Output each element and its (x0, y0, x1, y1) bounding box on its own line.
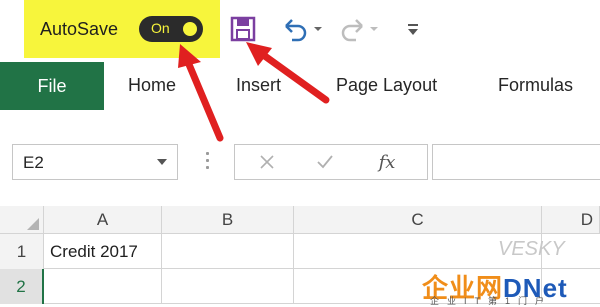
cell-a1[interactable]: Credit 2017 (44, 234, 162, 269)
formula-buttons: fx (234, 144, 428, 180)
tab-page-layout[interactable]: Page Layout (336, 75, 437, 96)
cell-a2[interactable] (44, 269, 162, 304)
column-header-a[interactable]: A (44, 206, 162, 234)
chevron-down-icon[interactable] (157, 159, 167, 165)
autosave-toggle[interactable]: On (139, 16, 203, 42)
enter-button[interactable] (303, 145, 347, 179)
ribbon-tabs: File Home Insert Page Layout Formulas (0, 62, 600, 110)
quick-access-toolbar: AutoSave On (0, 0, 600, 62)
close-icon (260, 155, 274, 169)
column-headers: A B C D (0, 206, 600, 234)
save-icon (230, 16, 256, 42)
select-all-button[interactable] (0, 206, 44, 234)
redo-icon (341, 19, 378, 42)
check-icon (317, 155, 333, 169)
save-button[interactable] (228, 14, 258, 44)
autosave-label: AutoSave (40, 19, 119, 39)
customize-qat-icon (408, 24, 418, 35)
grip-icon[interactable] (206, 152, 210, 174)
watermark-subtitle: 企业IT第1门户 (430, 296, 553, 306)
column-header-c[interactable]: C (294, 206, 542, 234)
toggle-knob (183, 22, 197, 36)
tab-formulas[interactable]: Formulas (498, 75, 573, 96)
undo-icon (285, 19, 322, 42)
undo-button[interactable] (280, 14, 324, 44)
formula-bar: E2 fx (0, 110, 600, 206)
cell-b1[interactable] (162, 234, 294, 269)
row-header-1[interactable]: 1 (0, 234, 44, 269)
tab-home[interactable]: Home (128, 75, 176, 96)
autosave-state-label: On (151, 20, 170, 36)
column-header-d[interactable]: D (542, 206, 600, 234)
name-box[interactable]: E2 (12, 144, 178, 180)
tab-insert[interactable]: Insert (236, 75, 281, 96)
cell-b2[interactable] (162, 269, 294, 304)
cell-value: Credit 2017 (50, 242, 138, 261)
formula-input[interactable] (432, 144, 600, 180)
name-box-value: E2 (23, 153, 44, 172)
column-header-b[interactable]: B (162, 206, 294, 234)
row-header-2[interactable]: 2 (0, 269, 44, 304)
watermark-vesky: VESKY (498, 238, 565, 260)
customize-qat-button[interactable] (404, 14, 424, 44)
redo-button[interactable] (338, 14, 382, 44)
insert-function-button[interactable]: fx (365, 145, 409, 179)
cancel-button[interactable] (245, 145, 289, 179)
tab-file[interactable]: File (0, 62, 104, 110)
